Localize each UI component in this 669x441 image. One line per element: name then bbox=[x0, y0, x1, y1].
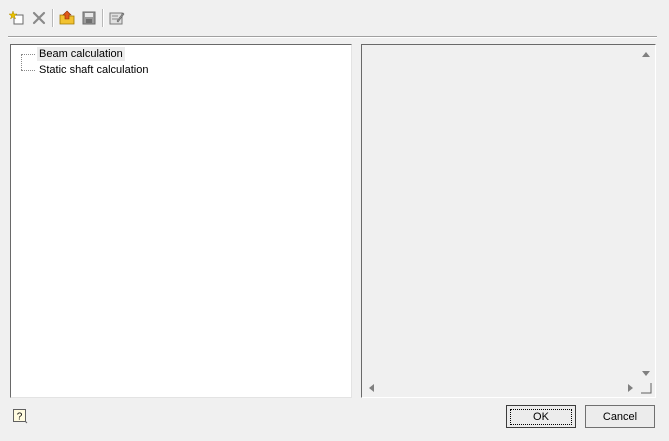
scroll-left-button[interactable] bbox=[363, 380, 379, 396]
cancel-button[interactable]: Cancel bbox=[585, 405, 655, 428]
toolbar-separator bbox=[102, 9, 104, 27]
toolbar bbox=[6, 6, 128, 30]
toolbar-divider bbox=[8, 36, 657, 38]
size-grip bbox=[638, 380, 654, 396]
arrow-right-icon bbox=[627, 384, 633, 392]
properties-icon bbox=[109, 12, 125, 25]
ok-button-label: OK bbox=[510, 408, 572, 425]
scroll-up-button[interactable] bbox=[638, 46, 654, 62]
vertical-scrollbar[interactable] bbox=[638, 46, 654, 381]
size-grip-icon bbox=[641, 383, 652, 394]
properties-panel bbox=[361, 44, 656, 398]
calculation-tree[interactable]: Beam calculation Static shaft calculatio… bbox=[10, 44, 352, 398]
tree-item-static-shaft-calculation[interactable]: Static shaft calculation bbox=[21, 62, 150, 78]
tree-item-beam-calculation[interactable]: Beam calculation bbox=[21, 46, 125, 62]
ok-button[interactable]: OK bbox=[506, 405, 576, 428]
save-icon bbox=[82, 11, 96, 25]
svg-text:?: ? bbox=[17, 412, 23, 423]
delete-icon bbox=[32, 11, 46, 25]
tree-item-label: Beam calculation bbox=[37, 47, 125, 61]
horizontal-scrollbar[interactable] bbox=[363, 380, 638, 396]
tree-item-label: Static shaft calculation bbox=[39, 64, 149, 76]
cancel-button-label: Cancel bbox=[602, 410, 638, 423]
delete-button[interactable] bbox=[28, 7, 50, 29]
arrow-up-icon bbox=[642, 51, 650, 57]
toolbar-separator bbox=[52, 9, 54, 27]
open-button[interactable] bbox=[56, 7, 78, 29]
properties-button[interactable] bbox=[106, 7, 128, 29]
save-button[interactable] bbox=[78, 7, 100, 29]
scroll-right-button[interactable] bbox=[622, 380, 638, 396]
new-item-icon bbox=[9, 10, 24, 25]
help-button[interactable]: ? bbox=[12, 408, 28, 424]
help-icon: ? bbox=[13, 409, 28, 424]
arrow-left-icon bbox=[368, 384, 374, 392]
new-item-button[interactable] bbox=[6, 7, 28, 29]
tree-dots bbox=[21, 69, 35, 71]
arrow-down-icon bbox=[642, 370, 650, 376]
tree-dots bbox=[21, 53, 35, 55]
open-folder-icon bbox=[59, 10, 75, 25]
scroll-down-button[interactable] bbox=[638, 365, 654, 381]
